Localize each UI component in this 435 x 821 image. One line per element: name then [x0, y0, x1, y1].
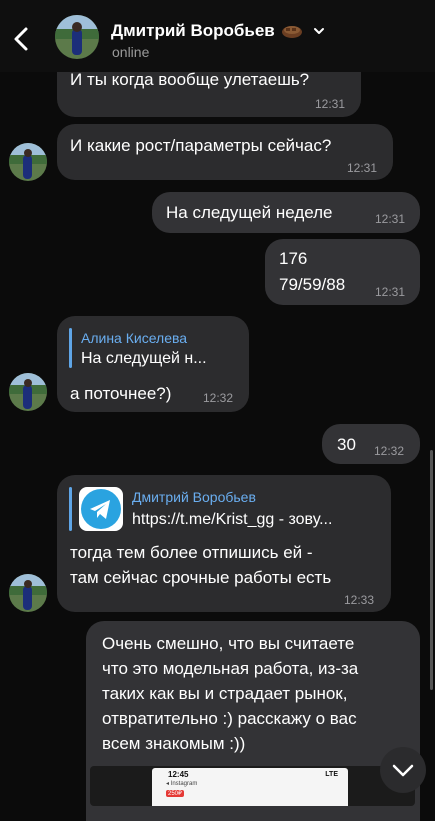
reply-quote-bar	[69, 487, 72, 531]
message-bubble-outgoing[interactable]: 30 12:32	[322, 424, 420, 464]
message-text: На следущей неделе	[166, 203, 333, 222]
contact-name[interactable]: Дмитрий Воробьев	[111, 21, 325, 41]
chevron-down-icon[interactable]	[313, 26, 325, 36]
scroll-to-bottom-button[interactable]	[380, 747, 426, 793]
message-text-line: отвратительно :) расскажу о вас	[102, 709, 357, 728]
sender-avatar[interactable]	[9, 143, 47, 181]
screenshot-clock: 12:45	[168, 770, 189, 779]
screenshot-image: 12:45 ◂ Instagram 250₽ LTE	[152, 768, 348, 806]
message-time: 12:31	[347, 161, 378, 175]
message-text-line: 79/59/88	[279, 275, 346, 294]
message-text-line: 176	[279, 249, 308, 268]
sender-avatar[interactable]	[9, 574, 47, 612]
telegram-icon	[79, 487, 123, 531]
sender-avatar[interactable]	[9, 373, 47, 411]
reply-snippet[interactable]: На следущей н...	[81, 350, 207, 368]
screenshot-badge: 250₽	[166, 790, 184, 797]
message-text-line: что это модельная работа, из-за	[102, 659, 359, 678]
contact-avatar[interactable]	[55, 15, 99, 59]
message-text-line: там сейчас срочные работы есть	[70, 568, 332, 587]
message-text-line: всем знакомым :))	[102, 734, 246, 753]
message-time: 12:31	[375, 285, 406, 299]
back-button[interactable]	[10, 24, 34, 54]
screenshot-network: LTE	[325, 771, 338, 778]
chocolate-emoji-icon	[281, 26, 302, 38]
message-time: 12:32	[203, 391, 234, 405]
message-text-line: Очень смешно, что вы считаете	[102, 634, 355, 653]
message-text: И какие рост/параметры сейчас?	[70, 136, 332, 155]
message-time: 12:31	[375, 212, 406, 226]
message-time: 12:33	[344, 593, 375, 607]
message-bubble-incoming-reply[interactable]: Алина Киселева На следущей н... а поточн…	[57, 316, 249, 412]
reply-author[interactable]: Дмитрий Воробьев	[132, 489, 256, 505]
message-bubble-outgoing[interactable]: 176 79/59/88 12:31	[265, 239, 420, 305]
contact-name-text: Дмитрий Воробьев	[111, 21, 275, 40]
chevron-down-icon	[392, 764, 414, 777]
message-text-line: тогда тем более отпишись ей -	[70, 543, 313, 562]
message-bubble-incoming-reply[interactable]: Дмитрий Воробьев https://t.me/Krist_gg -…	[57, 475, 391, 612]
message-bubble-incoming[interactable]: И какие рост/параметры сейчас? 12:31	[57, 124, 393, 180]
chevron-left-icon	[14, 27, 28, 51]
screenshot-attachment[interactable]: 12:45 ◂ Instagram 250₽ LTE	[90, 766, 415, 806]
contact-status: online	[112, 44, 150, 60]
reply-author[interactable]: Алина Киселева	[81, 330, 187, 346]
message-time: 12:32	[374, 444, 405, 458]
message-text: 30	[337, 435, 356, 454]
reply-quote-bar	[69, 328, 72, 368]
reply-link-snippet[interactable]: https://t.me/Krist_gg - зову...	[132, 511, 332, 529]
message-text-line: таких как вы и страдает рынок,	[102, 684, 348, 703]
message-text: И ты когда вообще улетаешь?	[70, 70, 310, 89]
chat-header: Дмитрий Воробьев online	[0, 0, 435, 72]
scrollbar[interactable]	[430, 450, 433, 690]
message-bubble-outgoing[interactable]: На следущей неделе 12:31	[152, 192, 420, 233]
screenshot-app-label: ◂ Instagram	[166, 781, 198, 787]
message-time: 12:31	[315, 97, 346, 111]
message-text: а поточнее?)	[70, 384, 172, 403]
